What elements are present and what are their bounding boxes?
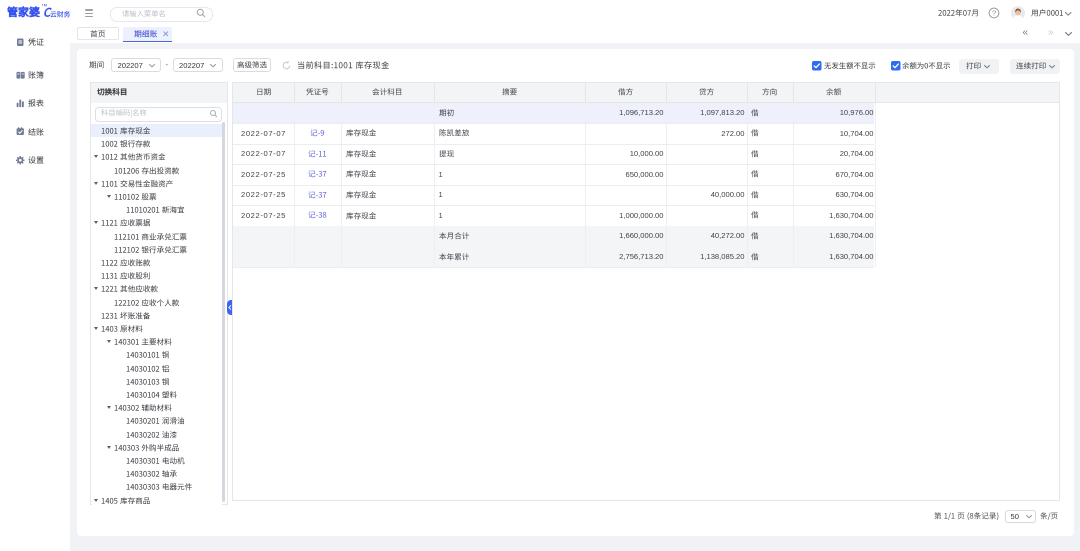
svg-text:?: ?	[991, 9, 995, 18]
